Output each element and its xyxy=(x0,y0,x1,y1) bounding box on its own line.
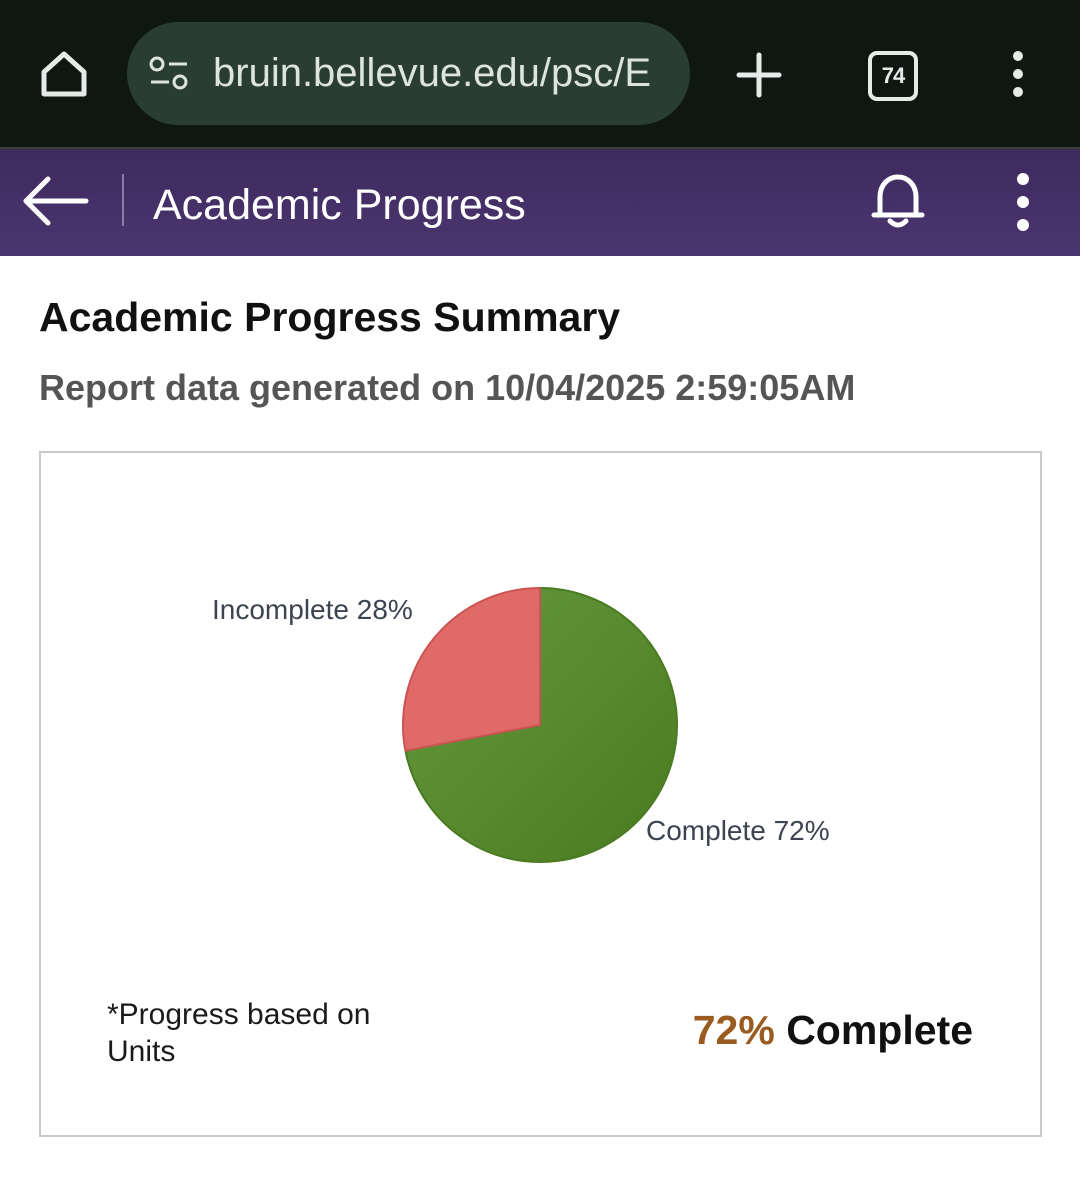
summary-title: Academic Progress Summary xyxy=(39,294,621,340)
plus-icon xyxy=(736,52,782,98)
app-menu-button[interactable] xyxy=(1008,171,1038,233)
pie-label-complete: Complete 72% xyxy=(646,815,830,846)
header-separator xyxy=(122,174,124,226)
progress-footnote: *Progress based on Units xyxy=(107,998,371,1068)
site-info-icon xyxy=(149,56,188,90)
pie-label-incomplete: Incomplete 28% xyxy=(212,594,413,625)
home-button[interactable] xyxy=(36,46,92,102)
address-bar[interactable]: bruin.bellevue.edu/psc/E xyxy=(127,22,690,125)
back-arrow-icon xyxy=(23,176,89,226)
complete-label: Complete xyxy=(786,1007,973,1053)
bell-icon xyxy=(871,174,925,228)
back-button[interactable] xyxy=(22,175,92,227)
complete-percent: 72% xyxy=(692,1007,775,1053)
pie-slice-incomplete xyxy=(402,586,541,752)
tab-switcher-button[interactable]: 74 xyxy=(868,51,918,101)
new-tab-button[interactable] xyxy=(736,52,782,98)
tab-count: 74 xyxy=(881,63,906,88)
browser-toolbar: bruin.bellevue.edu/psc/E 74 xyxy=(0,0,1080,147)
browser-menu-button[interactable] xyxy=(1004,50,1032,100)
progress-chart-panel: Incomplete 28% Complete 72% *Progress ba… xyxy=(39,451,1042,1137)
url-text[interactable]: bruin.bellevue.edu/psc/E xyxy=(213,22,671,125)
app-header: Academic Progress xyxy=(0,149,1080,256)
report-generated-text: Report data generated on 10/04/2025 2:59… xyxy=(39,367,856,408)
kebab-menu-icon xyxy=(1017,173,1029,231)
page-title: Academic Progress xyxy=(153,181,526,229)
complete-summary: 72% Complete xyxy=(693,1007,973,1054)
kebab-menu-icon xyxy=(1013,51,1023,97)
notifications-button[interactable] xyxy=(868,171,928,231)
home-icon xyxy=(41,51,87,97)
